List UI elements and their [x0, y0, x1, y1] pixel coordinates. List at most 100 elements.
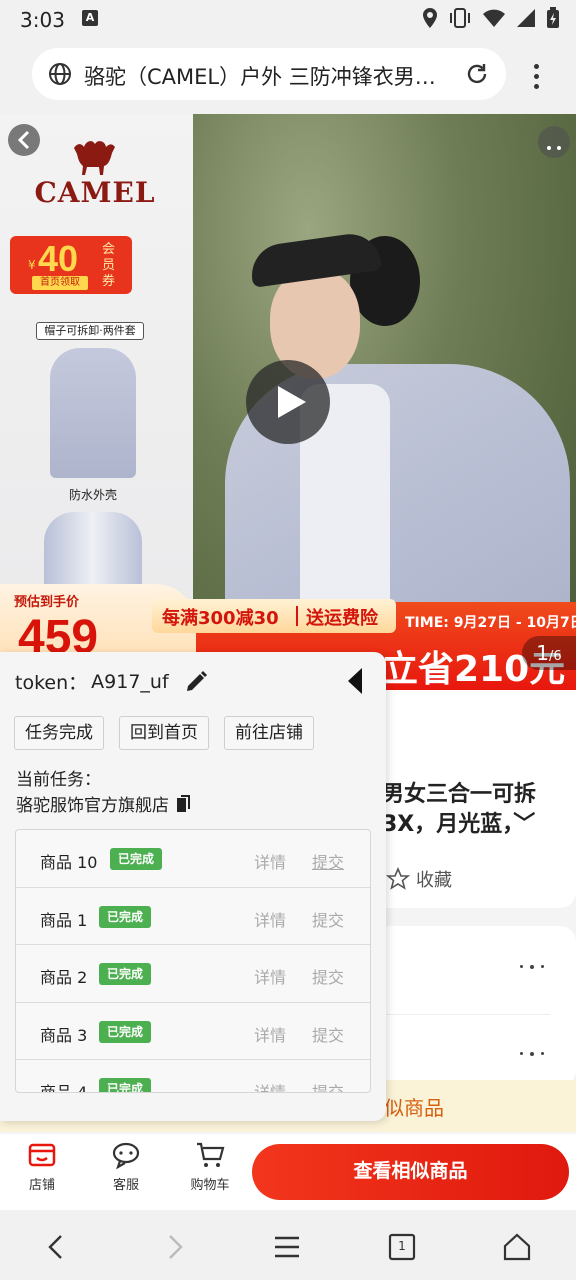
nav-menu-icon[interactable] [270, 1230, 304, 1264]
gallery-pager: 1/6 [522, 636, 576, 670]
home-icon[interactable] [500, 1230, 534, 1264]
back-icon [17, 130, 30, 150]
task-name: 商品 1 [40, 910, 88, 930]
outer-shell-image [50, 348, 136, 478]
play-icon [278, 386, 306, 418]
product-title-line-1: 男女三合一可拆 [382, 782, 537, 807]
task-detail-link[interactable]: 详情 [254, 907, 286, 931]
nav-back-icon[interactable] [40, 1230, 74, 1264]
product-title-line-2: 3X，月光蓝，﹀ [382, 812, 536, 837]
task-name: 商品 10 [40, 853, 98, 872]
task-detail-link[interactable]: 详情 [254, 1079, 286, 1092]
task-submit-link[interactable]: 提交 [312, 964, 344, 988]
current-task-label: 当前任务： [16, 770, 101, 790]
more-vert-icon[interactable] [526, 64, 546, 92]
coupon-vip: 会员券 [102, 242, 116, 289]
notification-icon: A [82, 10, 98, 26]
status-bar: 3:03 A [0, 0, 576, 36]
collect-button[interactable]: 收藏 [386, 866, 452, 892]
collect-label: 收藏 [416, 870, 452, 891]
promo-time: TIME: 9月27日 - 10月7日 [405, 615, 576, 631]
token-label: token： [15, 672, 88, 694]
task-row: 商品 1 已完成 详情 提交 [16, 888, 370, 945]
cart-nav[interactable]: 购物车 [180, 1140, 240, 1193]
task-row: 商品 10 已完成 详情 提交 [16, 830, 370, 888]
store-nav[interactable]: 店铺 [12, 1140, 72, 1193]
task-row: 商品 4 已完成 详情 提交 [16, 1060, 370, 1093]
edit-icon[interactable] [183, 669, 209, 695]
promo-offer: 每满300减30 [162, 608, 279, 629]
task-submit-link[interactable]: 提交 [312, 907, 344, 931]
task-complete-button[interactable]: 任务完成 [14, 716, 104, 750]
more-options-button[interactable] [538, 126, 570, 158]
task-detail-link[interactable]: 详情 [254, 849, 286, 873]
current-task-store: 骆驼服饰官方旗舰店 [16, 791, 193, 816]
token-row: token： A917_uf [15, 668, 209, 695]
collapse-panel-icon[interactable] [346, 666, 366, 696]
pager-total: /6 [549, 649, 562, 664]
service-nav[interactable]: 客服 [96, 1140, 156, 1193]
store-label: 店铺 [28, 1178, 55, 1193]
waterproof-label: 防水外壳 [68, 488, 117, 502]
system-nav-bar: 1 [0, 1210, 576, 1280]
estimated-price-label: 预估到手价 [14, 595, 80, 610]
task-row: 商品 3 已完成 详情 提交 [16, 1003, 370, 1060]
browser-toolbar: 骆驼（CAMEL）户外 三防冲锋衣男女三合一可拆… [0, 36, 576, 114]
task-name: 商品 4 [40, 1083, 88, 1093]
task-name: 商品 3 [40, 1025, 88, 1045]
battery-icon [547, 7, 559, 28]
pager-current: 1 [536, 641, 550, 665]
status-badge: 已完成 [99, 963, 152, 985]
more-dots-icon[interactable] [520, 964, 544, 970]
inner-jacket-image [44, 512, 142, 592]
task-submit-link[interactable]: 提交 [312, 849, 344, 873]
status-badge: 已完成 [99, 905, 152, 928]
cart-icon [197, 1142, 225, 1167]
token-value: A917_uf [91, 670, 169, 693]
service-label: 客服 [112, 1178, 139, 1193]
coupon-label: 首页领取 [32, 276, 88, 290]
back-button[interactable] [8, 124, 40, 156]
view-similar-button[interactable]: 查看相似商品 [252, 1144, 569, 1200]
brand-logo: CAMEL [34, 176, 156, 209]
go-store-button[interactable]: 前往店铺 [224, 716, 314, 750]
nav-forward-icon[interactable] [157, 1230, 191, 1264]
task-submit-link[interactable]: 提交 [312, 1022, 344, 1046]
task-list[interactable]: 商品 10 已完成 详情 提交 商品 1 已完成 详情 提交 商品 2 已完成 … [15, 829, 371, 1093]
address-bar[interactable]: 骆驼（CAMEL）户外 三防冲锋衣男女三合一可拆… [32, 48, 506, 100]
service-icon [112, 1142, 140, 1170]
camel-logo-icon [74, 141, 115, 175]
promo-shipping: 送运费险 [306, 608, 378, 629]
status-icons [422, 7, 560, 29]
back-home-button[interactable]: 回到首页 [119, 716, 209, 750]
tabs-button[interactable]: 1 [385, 1230, 419, 1264]
task-store-name: 骆驼服饰官方旗舰店 [16, 796, 169, 816]
options-divider [386, 1014, 550, 1015]
copy-icon[interactable] [175, 794, 193, 814]
task-submit-link[interactable]: 提交 [312, 1079, 344, 1092]
task-name: 商品 2 [40, 968, 88, 987]
product-gallery[interactable]: CAMEL ¥ 40 首页领取 会员券 帽子可拆卸·两件套 防水外壳 预估到手价… [0, 114, 576, 690]
bottom-action-bar: 店铺 客服 购物车 查看相似商品 [0, 1134, 576, 1210]
similar-products-label: 似商品 [384, 1096, 444, 1120]
globe-icon [49, 63, 71, 85]
status-badge: 已完成 [99, 1078, 152, 1092]
status-badge: 已完成 [99, 1020, 152, 1043]
location-icon [423, 8, 437, 28]
product-title[interactable]: 男女三合一可拆 3X，月光蓝，﹀ [382, 780, 562, 840]
task-panel: token： A917_uf 任务完成 回到首页 前往店铺 当前任务： 骆驼服饰… [0, 652, 386, 1121]
star-icon [386, 867, 410, 890]
task-detail-link[interactable]: 详情 [254, 964, 286, 988]
play-video-button[interactable] [246, 360, 330, 444]
signal-icon [517, 9, 535, 27]
status-time: 3:03 [20, 8, 65, 32]
status-badge: 已完成 [110, 848, 163, 870]
more-dots-icon[interactable] [520, 1051, 544, 1057]
coupon-amount: 40 [38, 238, 79, 279]
coupon-currency: ¥ [28, 258, 36, 272]
task-detail-link[interactable]: 详情 [254, 1022, 286, 1046]
cart-label: 购物车 [190, 1178, 230, 1193]
coupon-badge[interactable]: ¥ 40 首页领取 会员券 [10, 236, 132, 294]
reload-icon[interactable] [464, 61, 490, 87]
task-row: 商品 2 已完成 详情 提交 [16, 945, 370, 1003]
